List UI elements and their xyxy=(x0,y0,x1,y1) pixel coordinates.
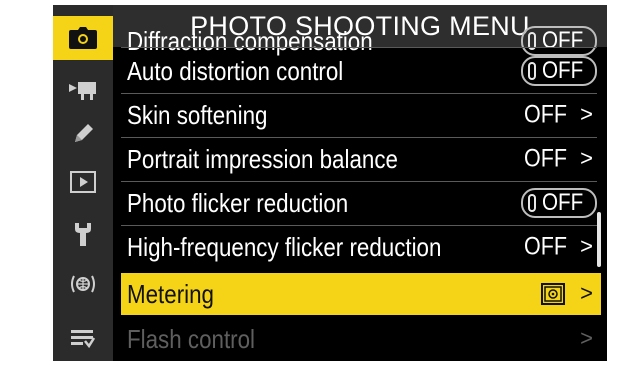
menu-item-value: OFF xyxy=(524,232,567,261)
menu-tabs xyxy=(53,5,113,361)
movie-camera-icon xyxy=(69,82,96,100)
toggle-knob xyxy=(528,194,536,212)
chevron-right-icon: > xyxy=(580,233,593,259)
toggle-value: OFF xyxy=(542,189,584,216)
menu-item-value: OFF xyxy=(524,100,567,129)
chevron-right-icon: > xyxy=(580,101,593,127)
tab-network[interactable] xyxy=(53,262,113,306)
divider xyxy=(121,181,597,182)
menu-item-auto-distortion-control[interactable]: Auto distortion control OFF xyxy=(121,51,601,91)
menu-item-label: Auto distortion control xyxy=(127,55,344,86)
menu-item-label: Flash control xyxy=(127,323,256,354)
menu-item-value: OFF xyxy=(524,144,567,173)
menu-item-high-frequency-flicker-reduction[interactable]: High-frequency flicker reduction OFF > xyxy=(121,227,601,267)
toggle-switch[interactable]: OFF xyxy=(521,188,597,218)
toggle-value: OFF xyxy=(542,57,584,84)
menu-item-skin-softening[interactable]: Skin softening OFF > xyxy=(121,95,601,135)
menu-item-label: Photo flicker reduction xyxy=(127,187,349,218)
menu-item-label: Portrait impression balance xyxy=(127,143,398,174)
divider xyxy=(121,225,597,226)
toggle-switch[interactable]: OFF xyxy=(521,56,597,86)
camera-screen: PHOTO SHOOTING MENU Diffraction compensa… xyxy=(53,5,607,361)
tab-movie-shooting[interactable] xyxy=(53,68,113,112)
divider xyxy=(121,47,597,48)
menu-item-metering[interactable]: Metering > xyxy=(121,273,601,315)
menu-item-flash-control[interactable]: Flash control > xyxy=(121,319,601,359)
tab-photo-shooting[interactable] xyxy=(53,16,113,60)
divider xyxy=(121,137,597,138)
menu-item-label: High-frequency flicker reduction xyxy=(127,231,442,262)
network-icon xyxy=(71,275,95,293)
menu-item-label: Skin softening xyxy=(127,99,268,130)
chevron-right-icon: > xyxy=(580,325,593,351)
tab-setup[interactable] xyxy=(53,212,113,256)
matrix-metering-icon xyxy=(541,283,565,305)
my-menu-icon xyxy=(71,330,96,349)
tab-playback[interactable] xyxy=(53,160,113,204)
menu-list: Diffraction compensation OFF Auto distor… xyxy=(113,26,607,361)
pencil-icon xyxy=(75,124,93,142)
chevron-right-icon: > xyxy=(580,280,593,306)
toggle-knob xyxy=(528,62,536,80)
menu-item-photo-flicker-reduction[interactable]: Photo flicker reduction OFF xyxy=(121,183,601,223)
menu-item-label: Metering xyxy=(127,278,214,309)
wrench-icon xyxy=(75,223,91,246)
menu-item-portrait-impression-balance[interactable]: Portrait impression balance OFF > xyxy=(121,139,601,179)
scrollbar[interactable] xyxy=(597,212,601,267)
camera-icon xyxy=(69,27,97,49)
tab-custom-settings[interactable] xyxy=(53,112,113,156)
divider xyxy=(121,93,597,94)
tab-my-menu[interactable] xyxy=(53,316,113,360)
chevron-right-icon: > xyxy=(580,145,593,171)
playback-icon xyxy=(70,171,96,193)
